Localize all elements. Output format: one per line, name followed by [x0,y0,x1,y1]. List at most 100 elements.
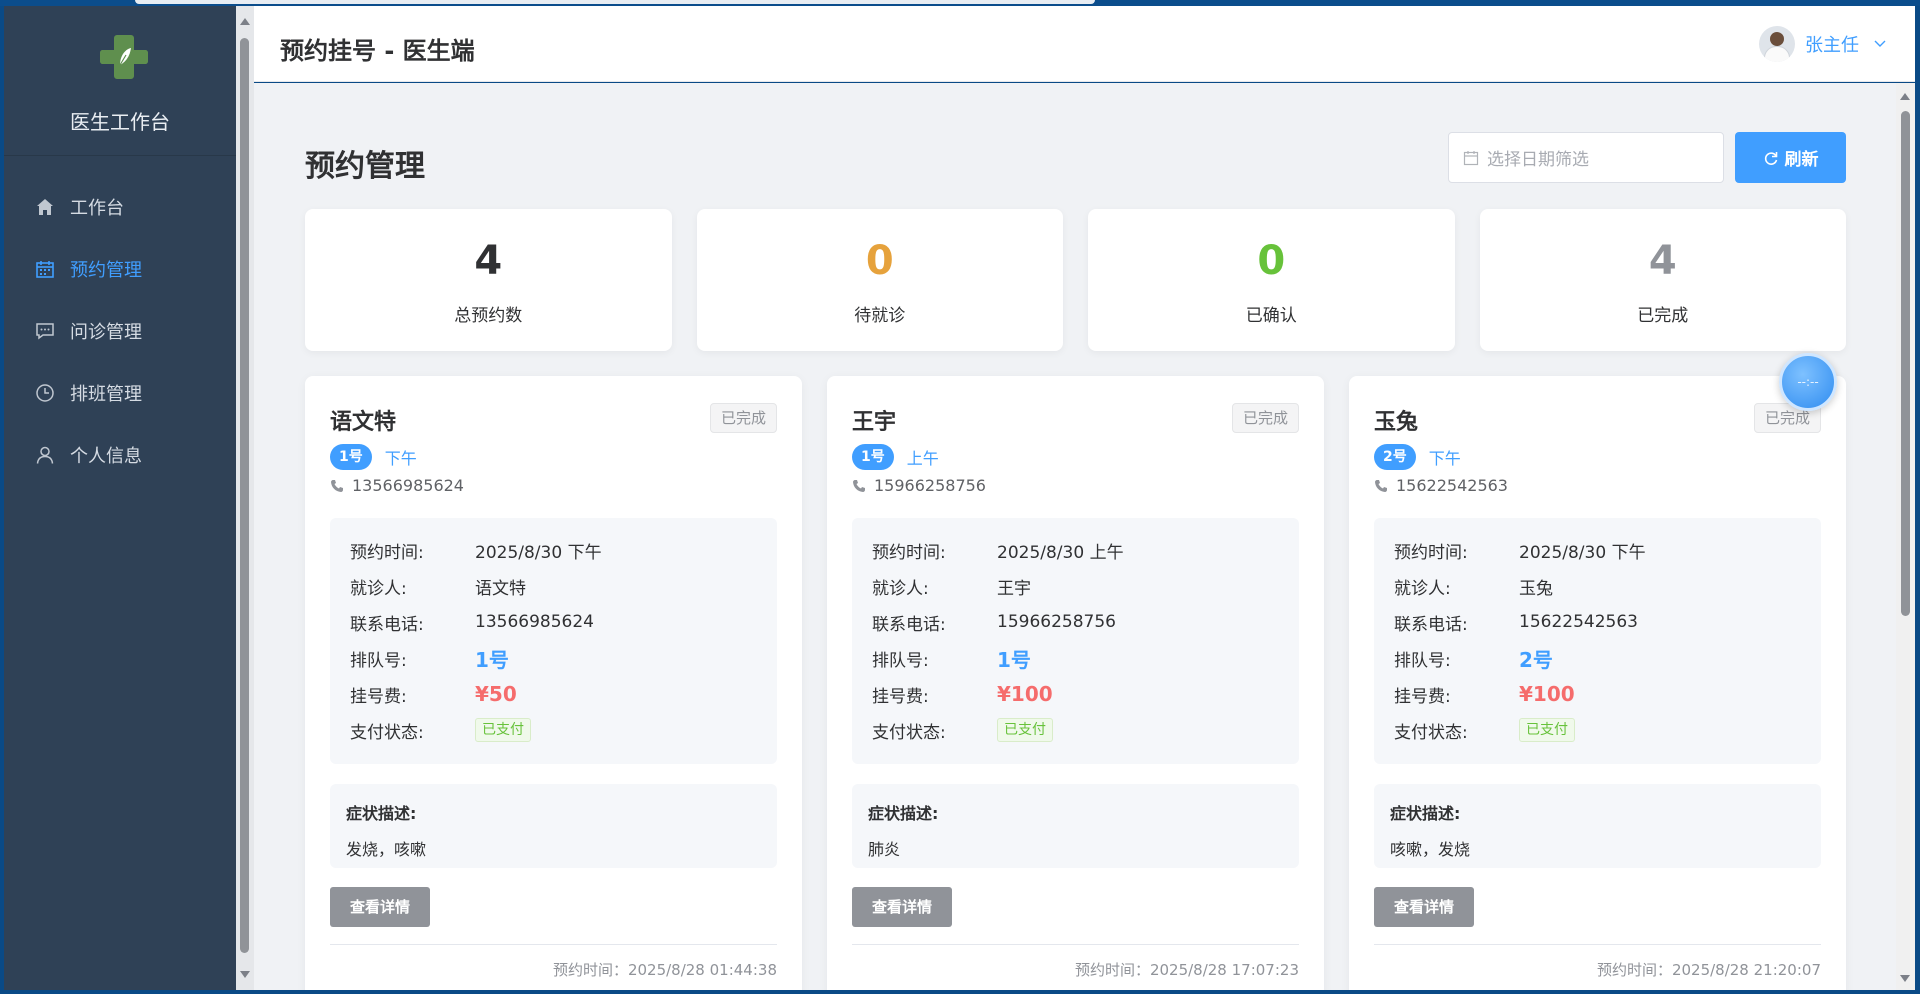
sidebar-nav: 工作台 预约管理 问诊管理 排班管理 个人信息 [4,156,236,486]
divider [1374,944,1821,945]
scroll-down-arrow-icon[interactable] [1900,975,1910,982]
medical-cross-logo-icon [100,35,148,79]
symptom-label: 症状描述: [868,804,939,823]
fee-value: ¥50 [475,682,517,706]
main-scrollbar[interactable] [1896,83,1915,990]
phone-icon [853,479,865,492]
period-label: 下午 [1428,449,1461,468]
status-badge: 已完成 [709,403,777,433]
floating-clock-widget[interactable]: --:-- [1779,353,1837,411]
clock-icon [34,382,56,404]
phone-row: 13566985624 [330,476,464,495]
sidebar-item-schedule[interactable]: 排班管理 [4,362,236,424]
phone-icon [331,479,343,492]
sidebar-item-workbench[interactable]: 工作台 [4,176,236,238]
info-label: 挂号费: [872,686,929,707]
sidebar-item-consultations[interactable]: 问诊管理 [4,300,236,362]
scroll-down-arrow-icon[interactable] [240,971,250,978]
queue-row: 2号 下午 [1374,444,1461,470]
fee-value: ¥100 [1519,682,1575,706]
info-label: 就诊人: [872,578,929,599]
scrollbar-thumb[interactable] [1901,111,1910,616]
sidebar-item-appointments[interactable]: 预约管理 [4,238,236,300]
app-title: 医生工作台 [70,110,170,134]
view-details-button[interactable]: 查看详情 [852,887,952,927]
sidebar-item-label: 个人信息 [70,446,142,467]
scroll-up-arrow-icon[interactable] [1900,93,1910,100]
status-badge: 已完成 [1231,403,1299,433]
phone-icon [1375,479,1387,492]
patient-value: 王宇 [997,578,1031,599]
info-label: 挂号费: [1394,686,1451,707]
sidebar-item-label: 预约管理 [70,260,142,281]
refresh-button-label: 刷新 [1784,150,1819,170]
appointment-card: 玉兔 已完成 2号 下午 15622542563 预约时间: 2025/8/30 … [1349,376,1846,990]
stat-value: 4 [474,238,503,284]
patient-name: 玉兔 [1374,410,1419,435]
queue-row: 1号 上午 [852,444,939,470]
info-label: 挂号费: [350,686,407,707]
refresh-icon [1764,151,1777,165]
stat-value: 0 [1257,238,1286,284]
paid-badge: 已支付 [475,718,531,742]
user-menu[interactable]: 张主任 [1759,26,1887,62]
stat-label: 总预约数 [454,306,523,326]
date-filter-input[interactable]: 选择日期筛选 [1448,132,1724,183]
queue-row: 1号 下午 [330,444,417,470]
chevron-down-icon[interactable] [1873,35,1887,54]
symptom-label: 症状描述: [1390,804,1461,823]
user-name[interactable]: 张主任 [1805,31,1859,57]
appointment-time: 2025/8/30 上午 [997,542,1124,563]
created-time: 预约时间：2025/8/28 17:07:23 [1074,961,1299,979]
sidebar-item-label: 问诊管理 [70,322,142,343]
queue-value: 1号 [997,647,1031,672]
logo-area: 医生工作台 [4,6,236,156]
paid-badge: 已支付 [1519,718,1575,742]
info-label: 联系电话: [350,614,424,635]
queue-tag: 1号 [330,444,372,470]
phone-row: 15966258756 [852,476,986,495]
appointment-info-panel: 预约时间: 2025/8/30 下午 就诊人: 语文特 联系电话: 135669856… [330,518,777,764]
refresh-button[interactable]: 刷新 [1735,132,1846,183]
view-details-button[interactable]: 查看详情 [1374,887,1474,927]
queue-tag: 2号 [1374,444,1416,470]
scrollbar-thumb[interactable] [240,38,249,953]
fee-value: ¥100 [997,682,1053,706]
calendar-icon [34,258,56,280]
symptom-text: 发烧，咳嗽 [346,840,427,859]
main-content: 预约管理 选择日期筛选 刷新 4 总预约数 0 待就诊 0 已确认 4 已完成 … [254,83,1896,990]
created-time: 预约时间：2025/8/28 21:20:07 [1596,961,1821,979]
patient-value: 语文特 [475,578,526,599]
info-label: 支付状态: [872,722,946,743]
phone-value: 15622542563 [1519,612,1638,632]
sidebar-item-profile[interactable]: 个人信息 [4,424,236,486]
phone-number: 15622542563 [1396,476,1508,495]
patient-name: 王宇 [852,410,897,435]
appointment-cards: 语文特 已完成 1号 下午 13566985624 预约时间: 2025/8/30… [305,376,1846,990]
view-details-button[interactable]: 查看详情 [330,887,430,927]
phone-row: 15622542563 [1374,476,1508,495]
info-label: 支付状态: [1394,722,1468,743]
divider [330,944,777,945]
scroll-up-arrow-icon[interactable] [240,18,250,25]
queue-value: 2号 [1519,647,1553,672]
sidebar: 医生工作台 工作台 预约管理 问诊管理 排班管理 个人信息 [4,6,236,990]
appointment-time: 2025/8/30 下午 [475,542,602,563]
queue-tag: 1号 [852,444,894,470]
sidebar-scrollbar[interactable] [236,6,254,990]
appointment-card: 王宇 已完成 1号 上午 15966258756 预约时间: 2025/8/30 … [827,376,1324,990]
appointment-time: 2025/8/30 下午 [1519,542,1646,563]
date-filter-placeholder: 选择日期筛选 [1487,150,1589,170]
paid-badge: 已支付 [997,718,1053,742]
stat-value: 4 [1648,238,1677,284]
symptom-panel: 症状描述: 发烧，咳嗽 [330,784,777,868]
info-label: 预约时间: [1394,542,1468,563]
info-label: 排队号: [1394,650,1451,671]
symptom-label: 症状描述: [346,804,417,823]
info-label: 支付状态: [350,722,424,743]
info-label: 就诊人: [1394,578,1451,599]
user-icon [34,444,56,466]
info-label: 预约时间: [350,542,424,563]
avatar[interactable] [1759,26,1795,62]
symptom-text: 咳嗽，发烧 [1390,840,1471,859]
